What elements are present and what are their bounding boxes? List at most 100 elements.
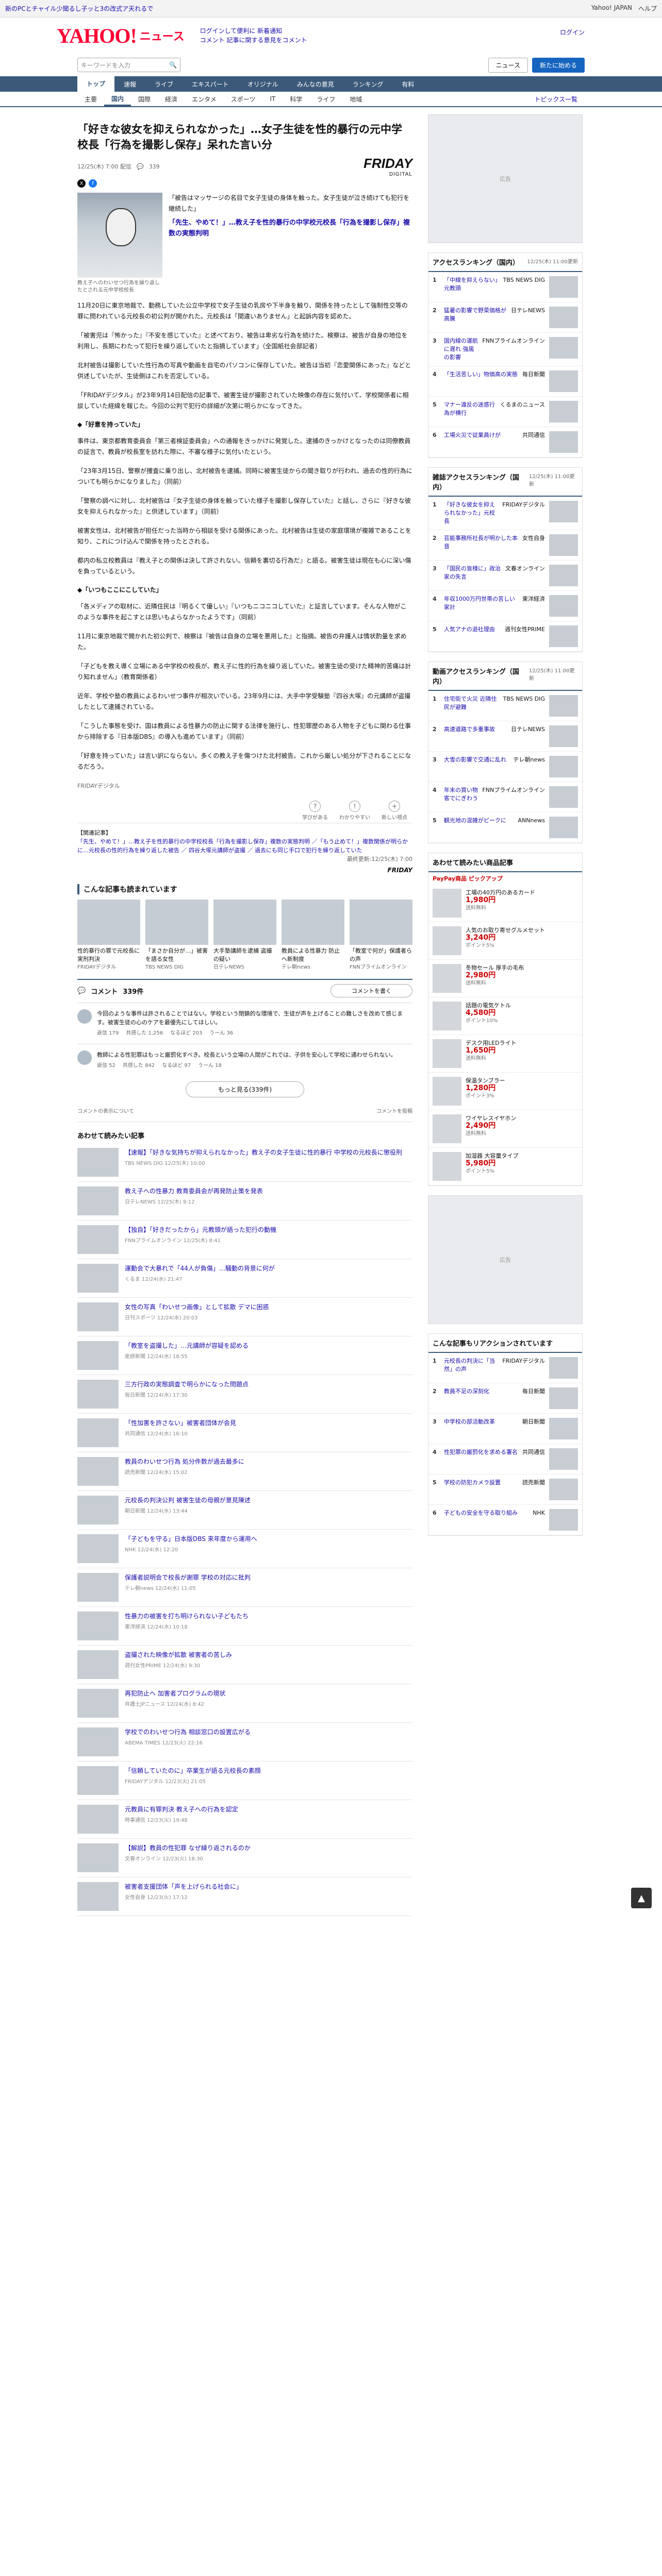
nav-expert[interactable]: エキスパート: [183, 80, 238, 89]
write-comment-button[interactable]: コメントを書く: [330, 984, 412, 997]
ranking-title-text[interactable]: 年末の買い物客でにぎわう: [444, 786, 478, 808]
top-notice-link[interactable]: 新のPCとチャイル少聞るし子ッと3の改式ア天れるで: [5, 4, 153, 13]
understand-button[interactable]: なるほど 203: [170, 1029, 202, 1038]
help-link[interactable]: ヘルプ: [638, 4, 657, 13]
ranking-title-text[interactable]: 「生活苦しい」物価高の実態: [444, 370, 518, 392]
hmm-button[interactable]: うーん 18: [198, 1061, 222, 1070]
ranking-item[interactable]: 3 中学校の部活動改革 朝日新聞: [428, 1414, 582, 1444]
understand-button[interactable]: なるほど 97: [162, 1061, 191, 1070]
list-title[interactable]: 三方行政の実態調査で明らかになった問題点: [125, 1380, 249, 1389]
ranking-title-text[interactable]: 元校長の判決に「当然」の声: [444, 1357, 498, 1379]
nav-live[interactable]: ライブ: [145, 80, 183, 89]
agree-button[interactable]: 共感した 842: [123, 1061, 155, 1070]
ranking-title-text[interactable]: 工場火災で従業員けが: [444, 431, 518, 453]
news-button[interactable]: ニュース: [488, 57, 528, 73]
list-item[interactable]: 被害者支援団体「声を上げられる社会に」 女性自身 12/23(火) 17:12: [77, 1877, 412, 1916]
ranking-title-text[interactable]: 猛暑の影響で野菜価格が高騰: [444, 307, 507, 328]
cat-domestic[interactable]: 国内: [104, 92, 131, 106]
promo-item[interactable]: 話題の電気ケトル 4,580円 ポイント10%: [428, 997, 582, 1035]
list-title[interactable]: 運動会で大暴れで「44人が負傷」…騒動の背景に何が: [125, 1264, 275, 1273]
ranking-title-text[interactable]: 子どもの安全を守る取り組み: [444, 1509, 528, 1531]
list-title[interactable]: 「教室を盗撮した」…元講師が容疑を認める: [125, 1341, 249, 1350]
comment-icon[interactable]: 💬: [137, 163, 144, 170]
promo-item[interactable]: 保温タンブラー 1,280円 ポイント3%: [428, 1073, 582, 1110]
ranking-title-text[interactable]: 中学校の部活動改革: [444, 1418, 518, 1439]
list-item[interactable]: 【解説】教員の性犯罪 なぜ繰り返されるのか 文春オンライン 12/23(火) 18…: [77, 1839, 412, 1877]
list-item[interactable]: 学校でのわいせつ行為 相談窓口の設置広がる ABEMA TIMES 12/23(火…: [77, 1723, 412, 1761]
nav-paid[interactable]: 有料: [392, 80, 423, 89]
cat-economy[interactable]: 経済: [158, 95, 185, 104]
reaction-new[interactable]: + 新しい視点: [382, 801, 407, 821]
promo-name[interactable]: 冬物セール 厚手の毛布: [466, 964, 524, 972]
list-item[interactable]: 「教室を盗撮した」…元講師が容疑を認める 産経新聞 12/24(水) 18:55: [77, 1336, 412, 1375]
recommend-card[interactable]: 「まさか自分が…」被害を語る女性 TBS NEWS DIG: [145, 900, 208, 972]
ranking-title-text[interactable]: マナー違反の迷惑行為が横行: [444, 401, 496, 422]
ranking-item[interactable]: 3 国内線の運航に遅れ 強風の影響 FNNプライムオンライン: [428, 333, 582, 366]
ad-banner[interactable]: 広告: [428, 1195, 583, 1324]
ranking-item[interactable]: 3 大雪の影響で交通に乱れ テレ朝news: [428, 752, 582, 782]
yahoo-logo[interactable]: YAHOO!: [57, 24, 137, 48]
list-title[interactable]: 被害者支援団体「声を上げられる社会に」: [125, 1882, 242, 1891]
list-title[interactable]: 教え子への性暴力 教育委員会が再発防止策を発表: [125, 1187, 263, 1196]
ranking-item[interactable]: 1 「好きな彼女を抑えられなかった」元校長 FRIDAYデジタル: [428, 497, 582, 530]
friday-footer-logo[interactable]: FRIDAY: [77, 867, 412, 874]
ranking-item[interactable]: 6 工場火災で従業員けが 共同通信: [428, 427, 582, 457]
list-title[interactable]: 【独自】「好きだったから」元教頭が語った犯行の動機: [125, 1225, 276, 1234]
signup-button[interactable]: 新たに始める: [532, 57, 585, 73]
ranking-item[interactable]: 1 住宅街で火災 近隣住民が避難 TBS NEWS DIG: [428, 691, 582, 721]
ranking-title-text[interactable]: 学校の防犯カメラ設置: [444, 1479, 518, 1500]
list-item[interactable]: 性暴力の被害を打ち明けられない子どもたち 東洋経済 12/24(水) 10:18: [77, 1607, 412, 1646]
agree-button[interactable]: 共感した 1,256: [126, 1029, 163, 1038]
list-item[interactable]: 【速報】「好きな気持ちが抑えられなかった」教え子の女子生徒に性的暴行 中学校の元…: [77, 1143, 412, 1182]
list-title[interactable]: 「性加害を許さない」被害者団体が会見: [125, 1418, 236, 1428]
promo-name[interactable]: 話題の電気ケトル: [466, 1002, 511, 1009]
promo-name[interactable]: ワイヤレスイヤホン: [466, 1114, 516, 1122]
list-item[interactable]: 教え子への性暴力 教育委員会が再発防止策を発表 日テレNEWS 12/25(木) …: [77, 1182, 412, 1221]
promo-name[interactable]: デスク用LEDライト: [466, 1039, 517, 1047]
reply-button[interactable]: 返信 52: [97, 1061, 115, 1070]
nav-breaking[interactable]: 速報: [114, 80, 145, 89]
ranking-item[interactable]: 5 人気アナの退社理由 週刊女性PRIME: [428, 621, 582, 652]
list-item[interactable]: 運動会で大暴れで「44人が負傷」…騒動の背景に何が くるま 12/24(水) 21…: [77, 1259, 412, 1298]
list-title[interactable]: 【速報】「好きな気持ちが抑えられなかった」教え子の女子生徒に性的暴行 中学校の元…: [125, 1148, 402, 1157]
ranking-item[interactable]: 1 「中線を抑えらない」元教頭 TBS NEWS DIG: [428, 272, 582, 302]
list-item[interactable]: 元校長の判決公判 被害生徒の母親が意見陳述 朝日新聞 12/24(水) 13:44: [77, 1491, 412, 1530]
promo-item[interactable]: 工場の40万円のあるカード 1,980円 送料無料: [428, 885, 582, 922]
list-title[interactable]: 【解説】教員の性犯罪 なぜ繰り返されるのか: [125, 1843, 251, 1853]
ranking-title-text[interactable]: 大雪の影響で交通に乱れ: [444, 756, 509, 777]
lead-quote-link[interactable]: 「先生、やめて！」…教え子を性的暴行の中学校元校長「行為を撮影し保存」複数の実態…: [169, 217, 412, 239]
friday-brand-logo[interactable]: FRIDAY DIGITAL: [363, 156, 412, 177]
comment-count[interactable]: 339: [149, 163, 160, 170]
list-item[interactable]: 盗撮された映像が拡散 被害者の苦しみ 週刊女性PRIME 12/24(水) 9:3…: [77, 1646, 412, 1684]
ranking-title-text[interactable]: 芸能事務所社長が明かした本音: [444, 534, 518, 556]
list-item[interactable]: 女性の写真「わいせつ画像」として拡散 デマに困惑 日刊スポーツ 12/24(水) …: [77, 1298, 412, 1336]
list-title[interactable]: 学校でのわいせつ行為 相談窓口の設置広がる: [125, 1727, 251, 1737]
ranking-title-text[interactable]: 「好きな彼女を抑えられなかった」元校長: [444, 501, 498, 526]
promo-item[interactable]: 人気のお取り寄せグルメセット 3,240円 ポイント5%: [428, 922, 582, 960]
ranking-item[interactable]: 1 元校長の判決に「当然」の声 FRIDAYデジタル: [428, 1353, 582, 1383]
ranking-title-text[interactable]: 性犯罪の厳罰化を求める署名: [444, 1448, 518, 1470]
ranking-item[interactable]: 4 「生活苦しい」物価高の実態 毎日新聞: [428, 366, 582, 397]
promo-name[interactable]: 保温タンブラー: [466, 1077, 505, 1084]
related-links[interactable]: 「先生、やめて！」…教え子を性的暴行の中学校校長「行為を撮影し保存」複数の実態判…: [77, 838, 408, 854]
news-logo[interactable]: ニュース: [140, 27, 185, 44]
ranking-title-text[interactable]: 国内線の運航に遅れ 強風の影響: [444, 337, 478, 362]
ranking-title-text[interactable]: 住宅街で火災 近隣住民が避難: [444, 695, 499, 717]
login-link[interactable]: ログイン: [560, 28, 585, 37]
ranking-title-text[interactable]: 教員不足の深刻化: [444, 1387, 518, 1409]
ranking-title-text[interactable]: 「国民の皆様に」政治家の失言: [444, 565, 501, 586]
ranking-item[interactable]: 2 教員不足の深刻化 毎日新聞: [428, 1383, 582, 1414]
promo-name[interactable]: 人気のお取り寄せグルメセット: [466, 926, 545, 934]
search-icon[interactable]: 🔍: [169, 61, 177, 69]
recommend-card[interactable]: 性的暴行の罪で元校長に実刑判決 FRIDAYデジタル: [77, 900, 140, 972]
cat-sports[interactable]: スポーツ: [224, 95, 263, 104]
ranking-title-text[interactable]: 高速道路で多重事故: [444, 725, 507, 747]
list-item[interactable]: 保護者説明会で校長が謝罪 学校の対応に批判 テレ朝news 12/24(水) 11…: [77, 1568, 412, 1607]
ranking-item[interactable]: 2 高速道路で多重事故 日テレNEWS: [428, 721, 582, 752]
cat-entertainment[interactable]: エンタメ: [185, 95, 224, 104]
list-item[interactable]: 【独自】「好きだったから」元教頭が語った犯行の動機 FNNプライムオンライン 12…: [77, 1221, 412, 1259]
list-item[interactable]: 「子どもを守る」日本版DBS 来年度から運用へ NHK 12/24(水) 12:2…: [77, 1530, 412, 1568]
recommend-card[interactable]: 教員による性暴力 防止へ新制度 テレ朝news: [282, 900, 344, 972]
post-comment-link[interactable]: コメントを投稿: [376, 1107, 412, 1114]
topics-list-link[interactable]: トピックス一覧: [527, 95, 585, 104]
